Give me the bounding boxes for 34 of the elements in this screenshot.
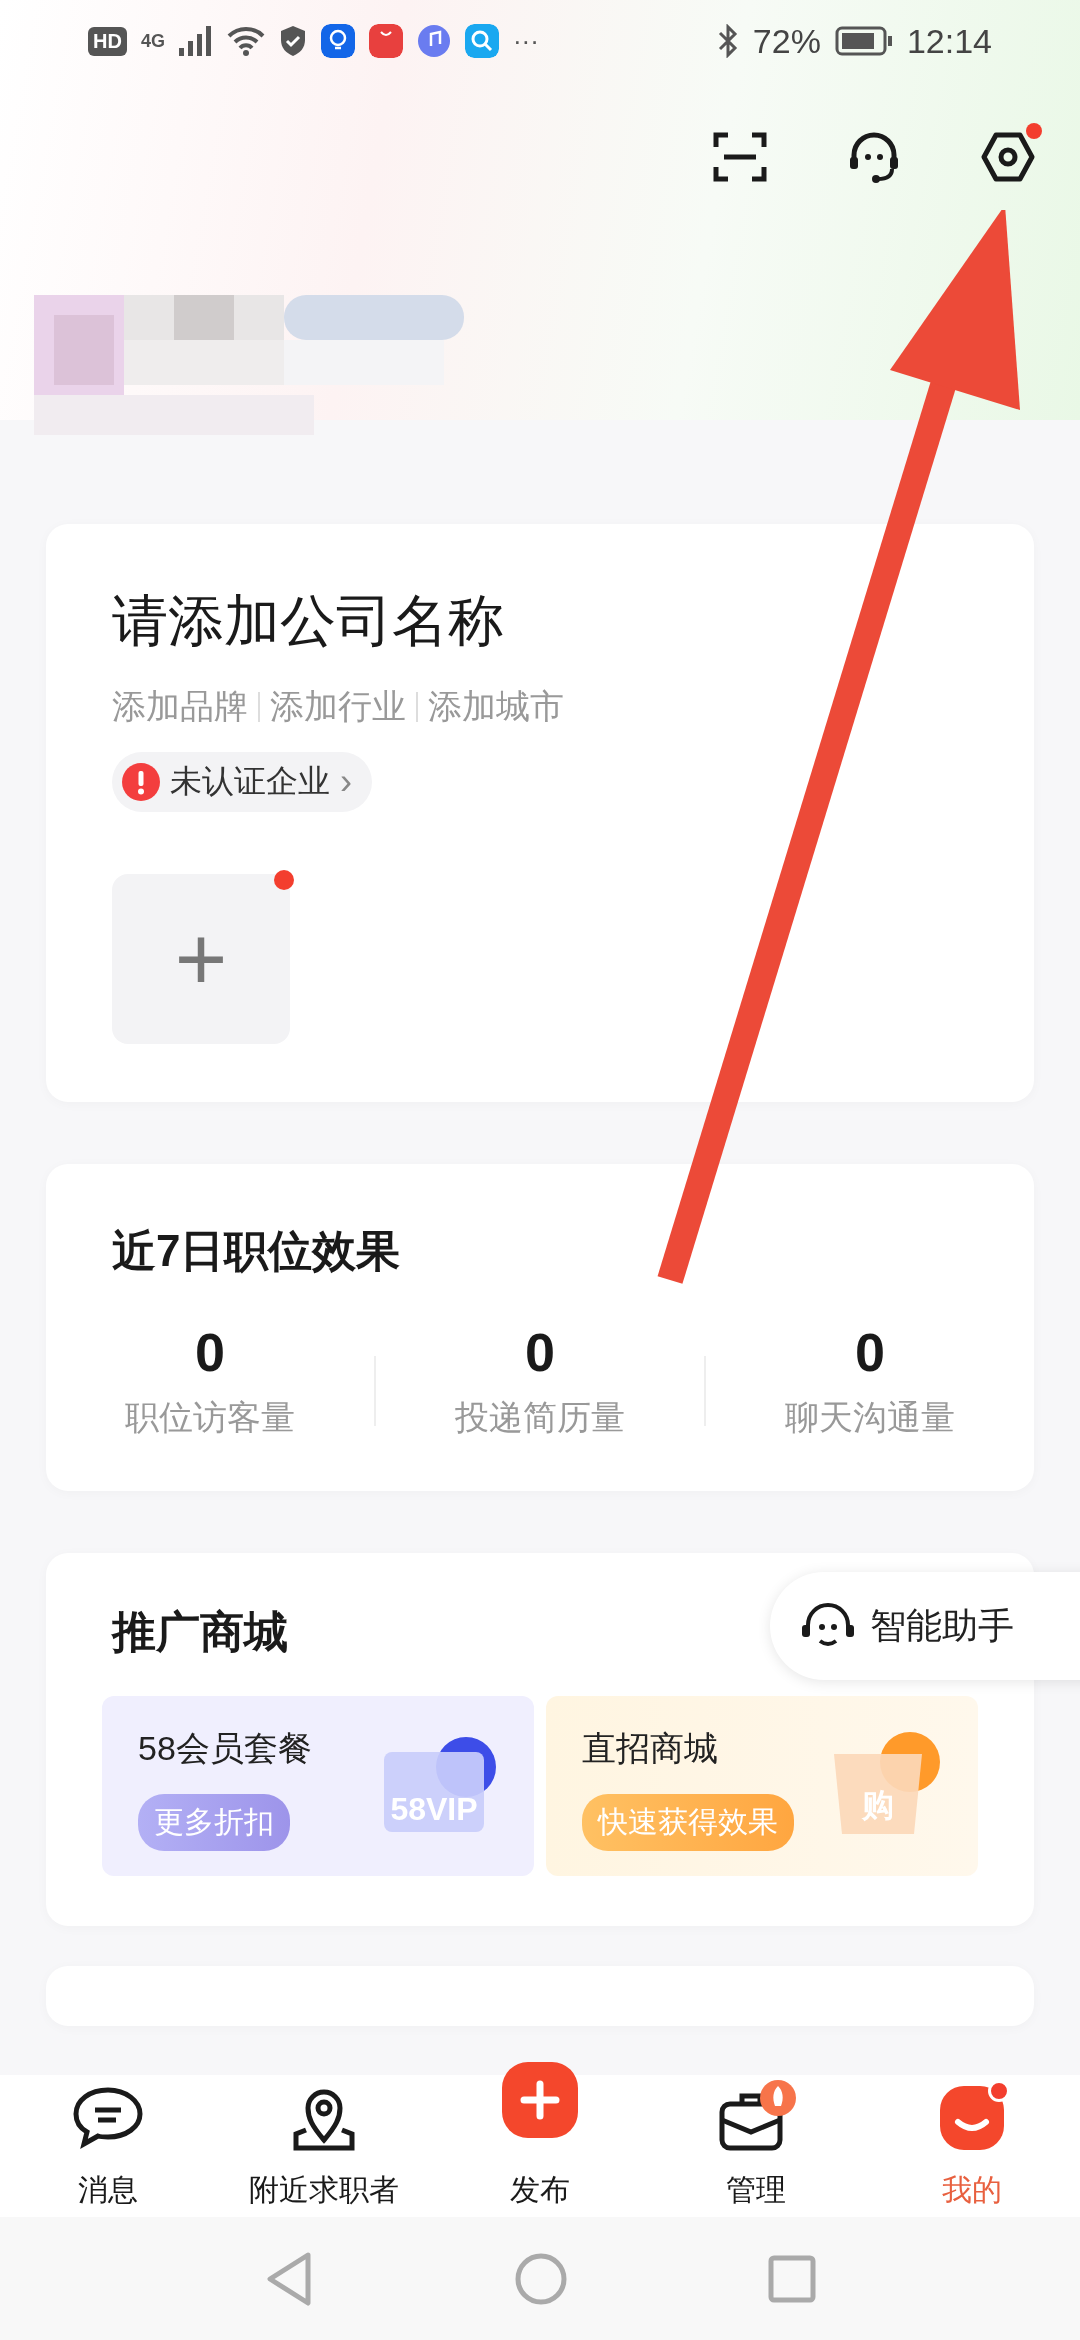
battery-percentage: 72% [752, 21, 821, 61]
stat-value: 0 [524, 1321, 555, 1383]
promo-title: 直招商城 [582, 1728, 719, 1769]
assistant-button[interactable]: 智能助手 [770, 1572, 1080, 1680]
network-type: 4G [140, 30, 165, 52]
verification-chip[interactable]: 未认证企业 › [112, 752, 372, 812]
more-notifications: ··· [512, 25, 539, 57]
wifi-icon [226, 26, 265, 56]
warning-icon [122, 763, 160, 801]
promo-title: 58会员套餐 [138, 1728, 313, 1769]
battery-icon [834, 26, 893, 56]
promo-card[interactable]: 直招商城 快速获得效果 购 [546, 1696, 978, 1876]
clock: 12:14 [906, 21, 992, 61]
lightbulb-app-icon [320, 24, 355, 58]
nav-tab[interactable]: 发布 [432, 2050, 648, 2217]
stat-label: 投递简历量 [455, 1397, 625, 1438]
stat-label: 聊天沟通量 [785, 1397, 955, 1438]
publish-icon [500, 2060, 580, 2140]
section-title: 近7日职位效果 [112, 1225, 401, 1277]
nav-tab[interactable]: 附近求职者 [216, 2050, 432, 2217]
stat-label: 职位访客量 [125, 1397, 295, 1438]
shield-icon [278, 25, 307, 57]
nav-tab[interactable]: 管理 [648, 2050, 864, 2217]
bluetooth-icon [716, 24, 739, 58]
section-title: 推广商城 [112, 1606, 288, 1658]
hd-indicator: HD [88, 26, 127, 56]
stat-value: 0 [854, 1321, 885, 1383]
stat-value: 0 [194, 1321, 225, 1383]
app-store-icon [368, 24, 403, 58]
company-name-prompt[interactable]: 请添加公司名称 [112, 584, 968, 660]
add-button[interactable]: + [112, 874, 290, 1044]
signal-icon [178, 26, 213, 56]
search-app-icon [464, 24, 499, 58]
nav-tab[interactable]: 消息 [0, 2050, 216, 2217]
